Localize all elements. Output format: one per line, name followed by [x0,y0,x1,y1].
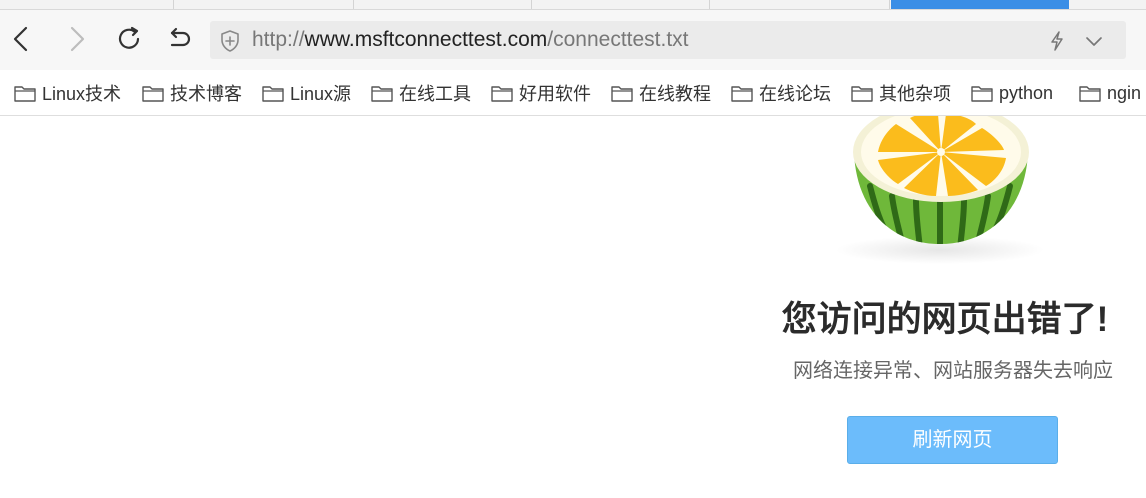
browser-tab[interactable] [174,0,354,9]
forward-arrow-icon [70,26,85,52]
bookmark-label: 在线论坛 [759,84,831,104]
undo-icon [170,27,191,47]
folder-icon [851,86,873,102]
browser-tab[interactable] [0,0,174,9]
bookmark-label: 在线工具 [399,84,471,104]
bookmark-folder[interactable]: python [971,81,1053,105]
folder-icon [611,86,633,102]
browser-tab[interactable] [532,0,710,9]
refresh-page-button[interactable]: 刷新网页 [847,416,1058,464]
chevron-down-icon[interactable] [1083,30,1105,52]
bookmark-folder[interactable]: 在线论坛 [731,81,831,105]
bookmark-label: 其他杂项 [879,84,951,104]
url-host: www.msftconnecttest.com [304,28,548,51]
back-button[interactable] [6,23,38,55]
folder-icon [971,86,993,102]
folder-icon [1079,86,1101,102]
bookmark-folder[interactable]: 在线教程 [611,81,711,105]
bookmark-label: 在线教程 [639,84,711,104]
folder-icon [262,86,284,102]
bookmark-label: Linux技术 [42,84,122,104]
folder-icon [491,86,513,102]
url-scheme: http:// [252,28,305,51]
reload-button[interactable] [113,23,145,55]
address-bar[interactable]: http://www.msftconnecttest.com/connectte… [210,21,1126,59]
browser-tab-active[interactable] [891,0,1069,9]
url-path: /connecttest.txt [547,28,689,51]
folder-icon [142,86,164,102]
undo-close-button[interactable] [163,23,195,55]
back-arrow-icon [13,26,28,52]
tab-strip [0,0,1146,10]
bookmark-folder[interactable]: Linux技术 [14,81,121,105]
error-title: 您访问的网页出错了! [781,300,1109,339]
folder-icon [14,86,36,102]
bookmark-label: 技术博客 [170,84,242,104]
watermelon-lemon-icon [836,116,1044,264]
bookmark-folder[interactable]: 技术博客 [142,81,242,105]
forward-button[interactable] [60,23,92,55]
bookmark-folder[interactable]: 好用软件 [491,81,591,105]
reload-icon [118,26,140,49]
error-subtitle: 网络连接异常、网站服务器失去响应 [793,360,1113,382]
bookmark-folder[interactable]: 其他杂项 [851,81,951,105]
browser-tab[interactable] [354,0,532,9]
bookmark-folder[interactable]: ngin [1079,81,1141,105]
folder-icon [731,86,753,102]
folder-icon [371,86,393,102]
bookmark-label: python [999,82,1054,103]
bookmark-label: ngin [1107,82,1142,103]
url-text[interactable]: http://www.msftconnecttest.com/connectte… [252,29,689,51]
browser-tab[interactable] [710,0,890,9]
bookmark-folder[interactable]: Linux源 [262,81,351,105]
bookmark-label: 好用软件 [519,84,591,104]
bookmark-label: Linux源 [290,84,352,104]
toolbar: http://www.msftconnecttest.com/connectte… [0,10,1146,70]
bookmark-folder[interactable]: 在线工具 [371,81,471,105]
bookmarks-bar: Linux技术 技术博客 Linux源 在线工具 好用软件 在线教程 在线论坛 … [0,70,1146,116]
lightning-icon[interactable] [1046,30,1068,52]
shield-icon[interactable] [218,29,242,53]
